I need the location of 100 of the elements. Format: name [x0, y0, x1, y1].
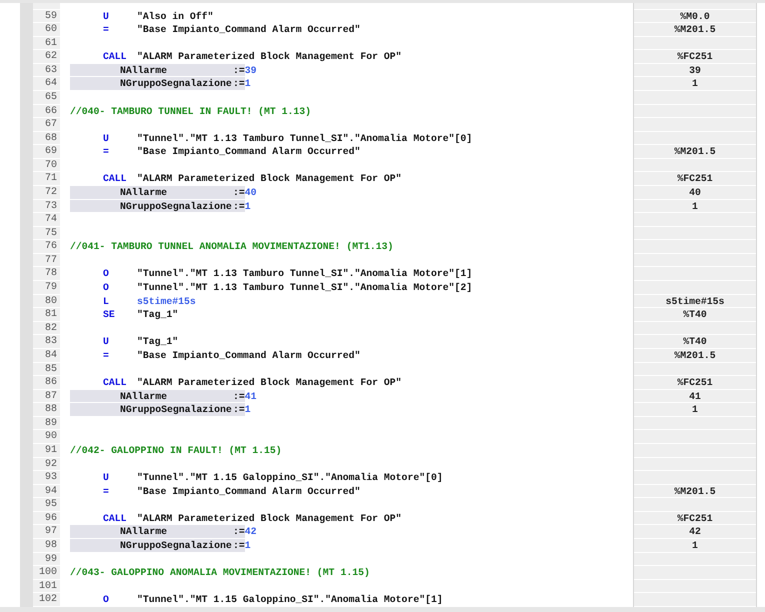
line-number: 101 [38, 580, 57, 592]
line-number: 81 [44, 308, 57, 321]
address-cell: %FC251 [634, 512, 756, 526]
line-number: 60 [44, 23, 57, 36]
parameter-value: 39 [244, 64, 257, 78]
instruction-keyword: = [103, 484, 109, 498]
assign-operator: := [233, 525, 245, 540]
address-cell: %FC251 [634, 376, 756, 390]
instruction-keyword: CALL [103, 172, 127, 186]
line-number: 87 [44, 390, 57, 402]
parameter-value: 1 [244, 403, 251, 417]
operand-text: "Tag_1" [137, 308, 178, 322]
instruction-keyword: CALL [103, 376, 127, 390]
comment-text: //042- GALOPPINO IN FAULT! (MT 1.15) [70, 444, 282, 458]
address-cell: %M201.5 [634, 23, 756, 37]
line-number: 70 [44, 158, 57, 172]
parameter-value: 41 [244, 390, 257, 404]
line-number: 93 [44, 471, 57, 484]
line-number: 73 [44, 200, 57, 212]
line-number: 102 [38, 593, 57, 606]
parameter-value: 1 [244, 200, 251, 214]
parameter-name: NAllarme [120, 186, 168, 200]
assign-operator: := [233, 539, 245, 553]
address-cell: s5time#15s [634, 294, 756, 308]
operand-text: "Tunnel"."MT 1.13 Tamburo Tunnel_SI"."Anomalia Motore"[0] [137, 132, 472, 146]
line-number: 79 [44, 281, 57, 294]
instruction-keyword: L [103, 294, 109, 308]
instruction-keyword: CALL [103, 512, 127, 526]
address-cell: %M201.5 [634, 484, 756, 498]
line-number: 80 [44, 294, 57, 308]
instruction-keyword: O [103, 267, 109, 282]
operand-text: "Tunnel"."MT 1.13 Tamburo Tunnel_SI"."Anomalia Motore"[1] [137, 267, 472, 282]
line-number: 90 [44, 430, 57, 443]
line-number: 66 [44, 104, 57, 118]
line-number: 59 [44, 10, 57, 22]
parameter-value: 40 [244, 186, 257, 200]
operand-text: "Base Impianto_Command Alarm Occurred" [137, 23, 360, 37]
line-number: 88 [44, 403, 57, 416]
instruction-keyword: CALL [103, 50, 127, 64]
parameter-name: NAllarme [120, 64, 168, 78]
operand-text: "ALARM Parameterized Block Management For OP" [137, 172, 402, 186]
line-number: 61 [44, 36, 57, 50]
assign-operator: := [233, 64, 245, 78]
line-number: 91 [44, 444, 57, 457]
address-cell: %FC251 [634, 172, 756, 186]
address-cell: 41 [634, 390, 756, 404]
address-cell: 1 [634, 77, 756, 91]
assign-operator: := [233, 186, 245, 200]
instruction-keyword: U [103, 132, 109, 146]
line-number: 69 [44, 145, 57, 158]
operand-text: "ALARM Parameterized Block Management For OP" [137, 376, 402, 390]
assign-operator: := [233, 77, 245, 91]
comment-text: //041- TAMBURO TUNNEL ANOMALIA MOVIMENTAZIONE! (MT1.13) [70, 240, 394, 254]
line-number: 75 [44, 226, 57, 240]
instruction-keyword: = [103, 145, 109, 159]
line-number: 97 [44, 525, 57, 538]
line-number: 71 [44, 172, 57, 186]
line-number: 67 [44, 118, 57, 131]
line-number: 98 [44, 539, 57, 552]
address-cell: 1 [634, 403, 756, 417]
address-cell: %M201.5 [634, 145, 756, 159]
parameter-name: NGruppoSegnalazione [120, 403, 232, 417]
operand-text: s5time#15s [137, 294, 196, 308]
line-number: 94 [44, 484, 57, 498]
instruction-keyword: SE [103, 308, 115, 322]
operand-text: "Tunnel"."MT 1.15 Galoppino_SI"."Anomalia Motore"[1] [137, 593, 443, 607]
address-cell: %T40 [634, 308, 756, 322]
operand-text: "Base Impianto_Command Alarm Occurred" [137, 484, 360, 498]
line-number: 89 [44, 416, 57, 430]
address-cell: 39 [634, 64, 756, 78]
address-cell: %M0.0 [634, 10, 756, 24]
assign-operator: := [233, 200, 245, 214]
operand-text: "ALARM Parameterized Block Management For OP" [137, 50, 402, 64]
operand-text: "Also in Off" [137, 10, 214, 24]
line-number: 65 [44, 90, 57, 104]
address-cell: %M201.5 [634, 348, 756, 363]
instruction-keyword: = [103, 348, 109, 363]
line-number: 72 [44, 186, 57, 199]
line-number: 77 [44, 254, 57, 266]
comment-text: //043- GALOPPINO ANOMALIA MOVIMENTAZIONE! (MT 1.15) [70, 566, 370, 580]
instruction-keyword: O [103, 281, 109, 295]
line-number: 86 [44, 376, 57, 389]
assign-operator: := [233, 403, 245, 417]
line-number: 96 [44, 512, 57, 524]
line-number: 85 [44, 362, 57, 376]
line-number: 84 [44, 348, 57, 362]
address-cell: 1 [634, 200, 756, 214]
address-cell: %FC251 [634, 50, 756, 64]
line-number: 62 [44, 50, 57, 63]
operand-text: "Base Impianto_Command Alarm Occurred" [137, 348, 360, 363]
line-number: 92 [44, 458, 57, 470]
instruction-keyword: O [103, 593, 109, 607]
address-cell: 42 [634, 525, 756, 540]
parameter-name: NGruppoSegnalazione [120, 200, 232, 214]
line-number: 63 [44, 64, 57, 76]
line-number: 68 [44, 132, 57, 144]
operand-text: "Tunnel"."MT 1.15 Galoppino_SI"."Anomalia Motore"[0] [137, 471, 443, 485]
address-cell: 40 [634, 186, 756, 200]
instruction-keyword: U [103, 335, 109, 349]
operand-text: "ALARM Parameterized Block Management For OP" [137, 512, 402, 526]
